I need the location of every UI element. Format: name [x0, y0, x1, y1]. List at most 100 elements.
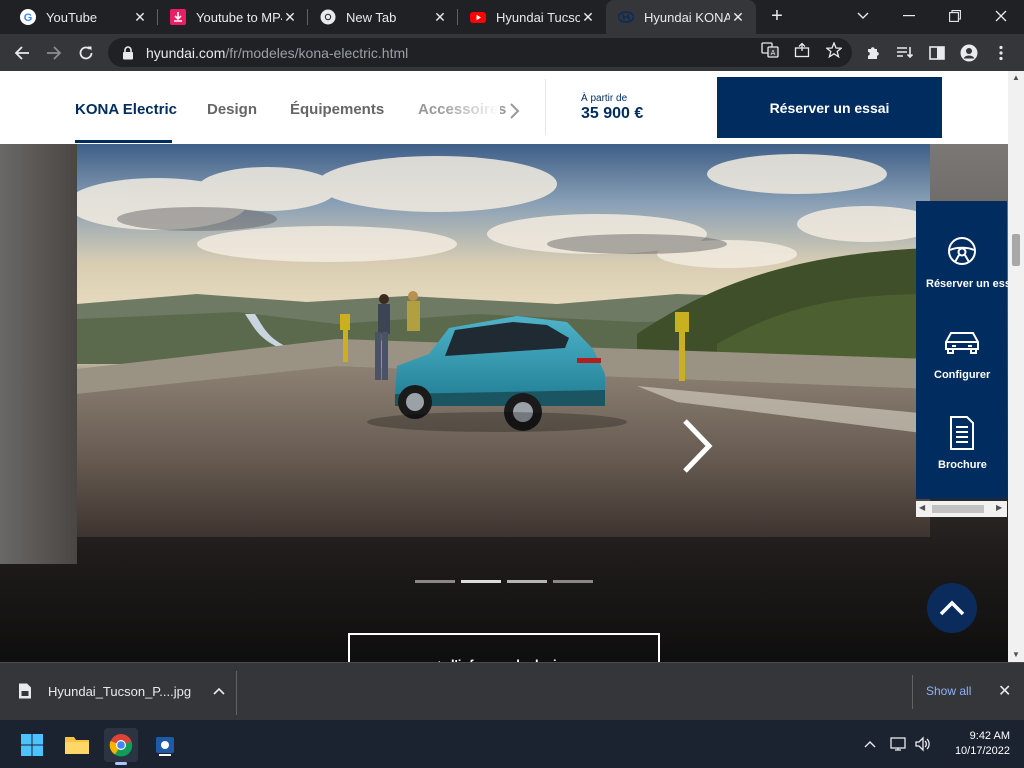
address-bar[interactable]: hyundai.com/fr/modeles/kona-electric.htm…: [108, 38, 852, 67]
tab-title: YouTube: [46, 9, 98, 25]
quick-link-configure[interactable]: Configurer: [916, 327, 1007, 381]
show-hidden-icons-icon[interactable]: [860, 734, 880, 754]
tab-search-icon[interactable]: [840, 0, 886, 32]
active-app-indicator: [115, 762, 127, 765]
back-icon[interactable]: [8, 39, 36, 67]
scroll-down-icon[interactable]: ▼: [1008, 648, 1024, 662]
clock-date: 10/17/2022: [954, 745, 1010, 757]
close-icon[interactable]: ✕: [282, 9, 298, 25]
url-host: hyundai.com: [146, 44, 226, 61]
nav-kona-electric[interactable]: KONA Electric: [75, 101, 177, 118]
close-window-icon[interactable]: [978, 0, 1024, 32]
carousel-next-arrow-icon[interactable]: [676, 416, 716, 476]
file-explorer-icon[interactable]: [60, 728, 94, 762]
extensions-icon[interactable]: [862, 42, 884, 64]
scroll-up-icon[interactable]: ▲: [1008, 71, 1024, 85]
restore-icon[interactable]: [932, 0, 978, 32]
back-to-top-button[interactable]: [927, 583, 977, 633]
close-icon[interactable]: ✕: [132, 9, 148, 25]
nav-design[interactable]: Design: [207, 101, 257, 118]
quick-link-label: Réserver un essai: [926, 278, 1008, 290]
quick-link-label: Brochure: [938, 459, 987, 471]
menu-kebab-icon[interactable]: [990, 42, 1012, 64]
download-icon: [170, 9, 186, 25]
show-all-downloads-button[interactable]: Show all: [926, 684, 971, 698]
chevron-up-icon: [939, 600, 965, 616]
steering-wheel-icon: [916, 235, 1007, 269]
tab-hyundai-tucson[interactable]: Hyundai Tucson ✕: [458, 0, 606, 34]
bookmark-star-icon[interactable]: [824, 40, 844, 60]
share-icon[interactable]: [792, 40, 812, 60]
translate-icon[interactable]: A: [760, 40, 780, 60]
volume-icon[interactable]: [912, 734, 934, 754]
tab-title: Youtube to MP4: [196, 9, 282, 25]
reserve-test-drive-button[interactable]: Réserver un essai: [717, 77, 942, 138]
snipping-tool-icon[interactable]: [148, 728, 182, 762]
nav-next-icon[interactable]: [509, 101, 521, 126]
nav-equipements[interactable]: Équipements: [290, 101, 384, 118]
minimize-icon[interactable]: [886, 0, 932, 32]
chrome-icon: [320, 9, 336, 25]
hero-blur-left: [0, 144, 77, 564]
new-tab-button[interactable]: +: [764, 5, 790, 29]
tab-hyundai-kona[interactable]: Hyundai KONA ✕: [606, 0, 756, 34]
svg-text:G: G: [24, 12, 33, 24]
side-panel-icon[interactable]: [926, 42, 948, 64]
quick-link-test-drive[interactable]: Réserver un essai: [916, 235, 1008, 290]
forward-icon[interactable]: [40, 39, 68, 67]
tab-youtube-to-mp4[interactable]: Youtube to MP4 ✕: [158, 0, 308, 34]
quick-link-brochure[interactable]: Brochure: [916, 415, 1007, 471]
close-download-bar-icon[interactable]: ✕: [998, 681, 1011, 701]
browser-toolbar: hyundai.com/fr/modeles/kona-electric.htm…: [0, 34, 1024, 71]
document-icon: [916, 415, 1007, 453]
image-file-icon: [18, 683, 32, 699]
carousel-dot[interactable]: [553, 580, 593, 583]
download-bar: Hyundai_Tucson_P....jpg Show all ✕: [0, 662, 1024, 720]
download-separator: [236, 671, 237, 715]
model-subnav: KONA Electric Design Équipements Accesso…: [0, 71, 1008, 144]
tab-new-tab[interactable]: New Tab ✕: [308, 0, 458, 34]
quick-panel-scrollbar[interactable]: ◀ ▶: [916, 501, 1007, 517]
tab-title: Hyundai Tucson: [496, 9, 580, 25]
close-icon[interactable]: ✕: [580, 9, 596, 25]
more-info-design-button[interactable]: + d'infos sur le design: [348, 633, 660, 662]
profile-icon[interactable]: [958, 42, 980, 64]
car-icon: [916, 327, 1007, 361]
hyundai-icon: [618, 9, 634, 25]
tab-strip: G YouTube ✕ Youtube to MP4 ✕ New Tab ✕ H…: [0, 0, 1024, 34]
quick-link-label: Configurer: [934, 369, 991, 381]
download-filename: Hyundai_Tucson_P....jpg: [48, 683, 192, 699]
close-icon[interactable]: ✕: [730, 9, 746, 25]
google-icon: G: [20, 9, 36, 25]
scroll-left-icon[interactable]: ◀: [919, 503, 925, 512]
page-scrollbar[interactable]: ▲ ▼: [1008, 71, 1024, 662]
chevron-up-icon[interactable]: [213, 687, 225, 695]
network-icon[interactable]: [888, 734, 910, 754]
windows-taskbar: 9:42 AM 10/17/2022: [0, 720, 1024, 768]
carousel-dot[interactable]: [415, 580, 455, 583]
reload-icon[interactable]: [72, 39, 100, 67]
quick-links-panel: Réserver un essai Configurer Brochure: [916, 201, 1008, 499]
youtube-icon: [470, 9, 486, 25]
tab-title: New Tab: [346, 9, 397, 25]
chrome-taskbar-icon[interactable]: [104, 728, 138, 765]
page-scroll-thumb[interactable]: [1012, 234, 1020, 266]
windows-start-icon[interactable]: [15, 728, 49, 762]
lock-icon[interactable]: [120, 45, 136, 61]
reading-list-icon[interactable]: [894, 42, 916, 64]
carousel-dot[interactable]: [461, 580, 501, 583]
nav-active-underline: [75, 140, 172, 143]
hero-image: [77, 144, 930, 537]
scroll-right-icon[interactable]: ▶: [996, 503, 1002, 512]
svg-text:A: A: [771, 50, 776, 57]
system-clock[interactable]: 9:42 AM 10/17/2022: [940, 729, 1010, 759]
nav-fade-overlay: [440, 91, 500, 131]
close-icon[interactable]: ✕: [432, 9, 448, 25]
price-label: À partir de: [581, 93, 628, 104]
nav-divider: [545, 79, 546, 135]
scroll-thumb[interactable]: [932, 505, 984, 513]
carousel-dot[interactable]: [507, 580, 547, 583]
download-item[interactable]: Hyundai_Tucson_P....jpg: [18, 683, 225, 699]
url-path: /fr/modeles/kona-electric.html: [225, 44, 409, 61]
tab-youtube[interactable]: G YouTube ✕: [8, 0, 158, 34]
